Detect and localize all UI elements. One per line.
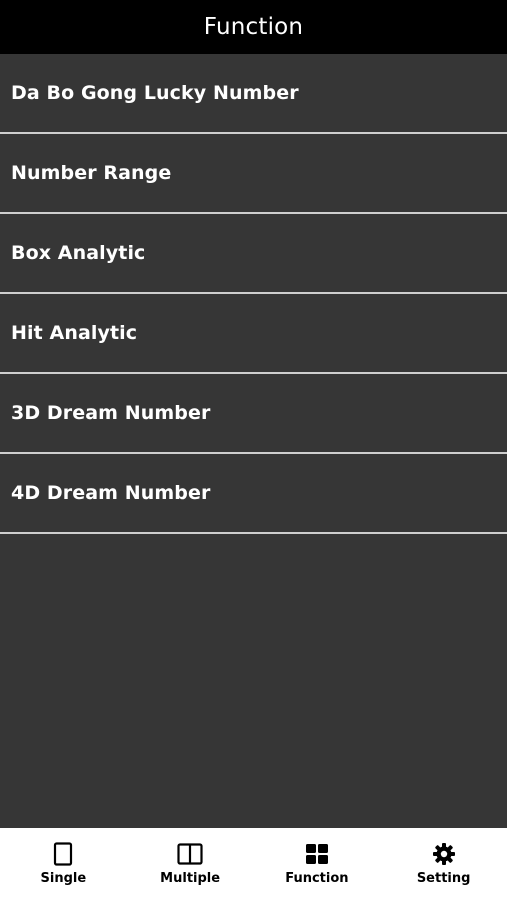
menu-item-label: Number Range	[11, 162, 172, 184]
menu-item-label: 3D Dream Number	[11, 402, 211, 424]
app-screen: Function Da Bo Gong Lucky Number Number …	[0, 0, 507, 900]
menu-item-label: Da Bo Gong Lucky Number	[11, 82, 299, 104]
tab-label: Setting	[416, 871, 471, 886]
tab-label: Function	[285, 871, 349, 886]
gear-icon	[431, 841, 457, 867]
menu-item-da-bo-gong-lucky-number[interactable]: Da Bo Gong Lucky Number	[0, 54, 507, 134]
tab-label: Single	[40, 871, 87, 886]
menu-item-4d-dream-number[interactable]: 4D Dream Number	[0, 454, 507, 534]
grid-icon	[304, 841, 330, 867]
menu-item-3d-dream-number[interactable]: 3D Dream Number	[0, 374, 507, 454]
menu-item-label: 4D Dream Number	[11, 482, 211, 504]
nav-bar: Function	[0, 0, 507, 54]
tab-setting[interactable]: Setting	[380, 828, 507, 900]
tab-bar: Single Multiple Function Setting	[0, 828, 507, 900]
tab-single[interactable]: Single	[0, 828, 127, 900]
multiple-page-icon	[177, 841, 203, 867]
menu-item-number-range[interactable]: Number Range	[0, 134, 507, 214]
page-title: Function	[203, 14, 304, 40]
menu-item-hit-analytic[interactable]: Hit Analytic	[0, 294, 507, 374]
menu-item-label: Box Analytic	[11, 242, 146, 264]
tab-label: Multiple	[160, 871, 221, 886]
single-page-icon	[50, 841, 76, 867]
tab-function[interactable]: Function	[254, 828, 381, 900]
menu-item-label: Hit Analytic	[11, 322, 138, 344]
menu-item-box-analytic[interactable]: Box Analytic	[0, 214, 507, 294]
function-menu-list: Da Bo Gong Lucky Number Number Range Box…	[0, 54, 507, 534]
tab-multiple[interactable]: Multiple	[127, 828, 254, 900]
